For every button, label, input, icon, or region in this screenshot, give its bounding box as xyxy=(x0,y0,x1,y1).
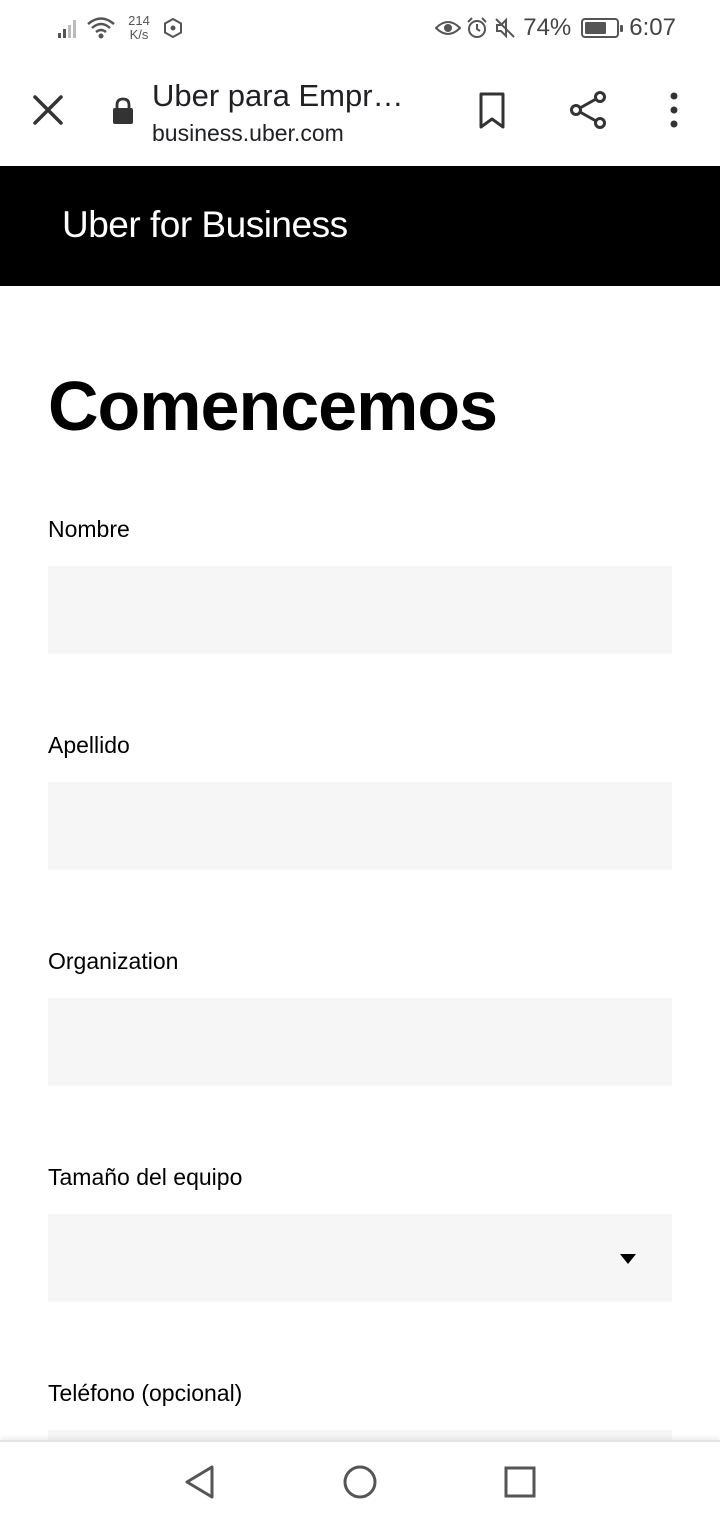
signal-icon xyxy=(58,20,76,38)
lock-icon[interactable] xyxy=(110,96,136,126)
brand-logo[interactable]: Uber for Business xyxy=(62,204,348,246)
status-left: 214 K/s xyxy=(56,10,184,46)
back-triangle-icon[interactable] xyxy=(180,1462,220,1502)
recents-square-icon[interactable] xyxy=(500,1462,540,1502)
organization-label: Organization xyxy=(48,948,179,974)
network-speed: 214 K/s xyxy=(122,14,156,42)
browser-toolbar: Uber para Empr… business.uber.com xyxy=(0,56,720,166)
hexagon-icon xyxy=(164,17,182,39)
close-icon[interactable] xyxy=(24,86,72,134)
phone-label: Teléfono (opcional) xyxy=(48,1380,243,1406)
url-text[interactable]: business.uber.com xyxy=(152,120,344,147)
chevron-down-icon[interactable] xyxy=(620,1254,636,1264)
team-size-select[interactable] xyxy=(48,1214,672,1302)
speed-value: 214 xyxy=(128,13,150,28)
wifi-icon xyxy=(87,17,115,39)
home-circle-icon[interactable] xyxy=(340,1462,380,1502)
nombre-input[interactable] xyxy=(48,566,672,654)
bookmark-icon[interactable] xyxy=(470,88,514,132)
status-right: 74% 6:07 xyxy=(435,8,676,48)
clock: 6:07 xyxy=(629,14,676,41)
speed-unit: K/s xyxy=(129,27,149,42)
organization-input[interactable] xyxy=(48,998,672,1086)
more-vert-icon[interactable] xyxy=(652,88,696,132)
mute-icon xyxy=(495,17,515,39)
share-icon[interactable] xyxy=(566,88,610,132)
apellido-input[interactable] xyxy=(48,782,672,870)
team-size-label: Tamaño del equipo xyxy=(48,1164,243,1190)
battery-percent: 74% xyxy=(523,14,572,41)
form-title: Comencemos xyxy=(48,367,498,445)
system-nav-bar xyxy=(0,1440,720,1520)
page-title-text[interactable]: Uber para Empr… xyxy=(152,78,422,114)
apellido-label: Apellido xyxy=(48,732,130,758)
battery-icon xyxy=(581,18,624,38)
status-bar: 214 K/s 74% 6:07 xyxy=(0,0,720,56)
site-header: Uber for Business xyxy=(0,166,720,286)
eye-icon xyxy=(435,21,462,35)
battery-fill xyxy=(585,22,607,34)
alarm-icon xyxy=(467,17,487,38)
nombre-label: Nombre xyxy=(48,516,130,542)
